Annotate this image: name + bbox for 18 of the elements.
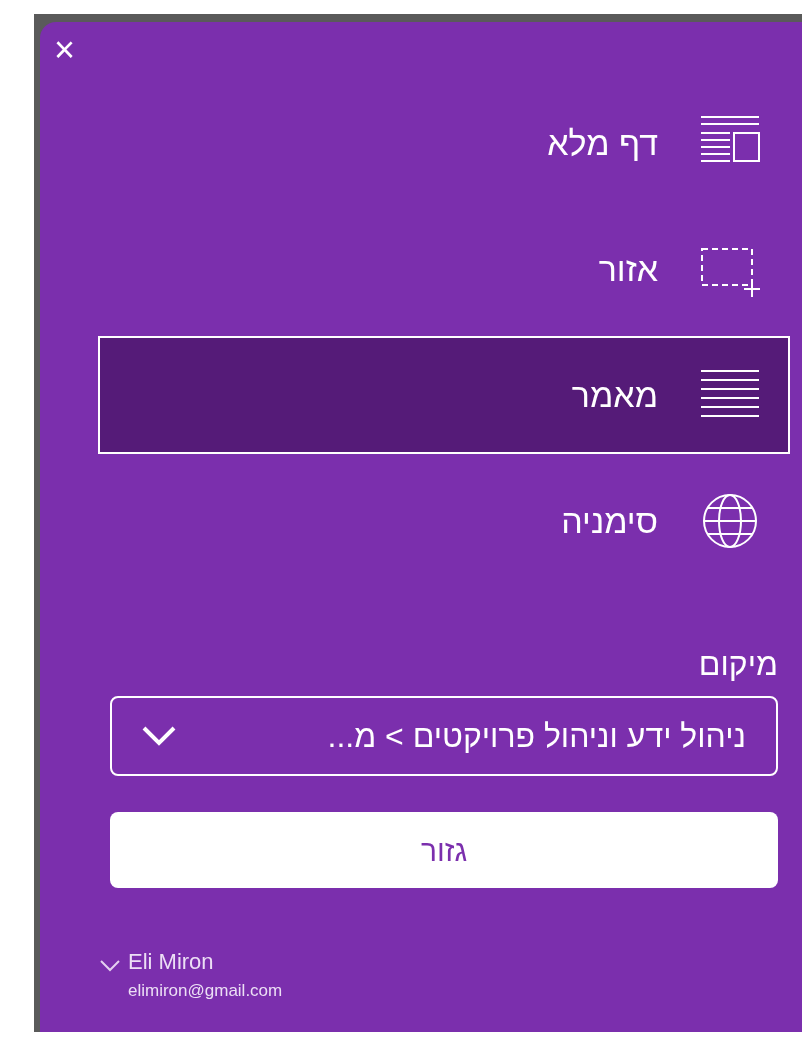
- clip-option[interactable]: סימניה: [98, 462, 790, 580]
- clip-option[interactable]: דף מלא: [98, 84, 790, 202]
- option-label: דף מלא: [547, 122, 658, 164]
- option-label: מאמר: [571, 374, 658, 416]
- location-value: ניהול ידע וניהול פרויקטים > מ...: [327, 717, 746, 756]
- globe-icon: [700, 493, 760, 549]
- location-label: מיקום: [697, 648, 778, 680]
- chevron-down-icon: [142, 726, 176, 746]
- account-email: elimiron@gmail.com: [128, 979, 283, 1001]
- location-dropdown[interactable]: ניהול ידע וניהול פרויקטים > מ...: [110, 696, 778, 776]
- account-name: Eli Miron: [128, 948, 215, 976]
- option-label: אזור: [598, 248, 658, 290]
- close-button[interactable]: ×: [54, 32, 76, 68]
- clip-option[interactable]: אזור: [98, 210, 790, 328]
- clip-button[interactable]: גזור: [110, 812, 778, 888]
- clip-option[interactable]: מאמר: [98, 336, 790, 454]
- chevron-down-icon[interactable]: [100, 960, 120, 972]
- option-label: סימניה: [561, 500, 658, 542]
